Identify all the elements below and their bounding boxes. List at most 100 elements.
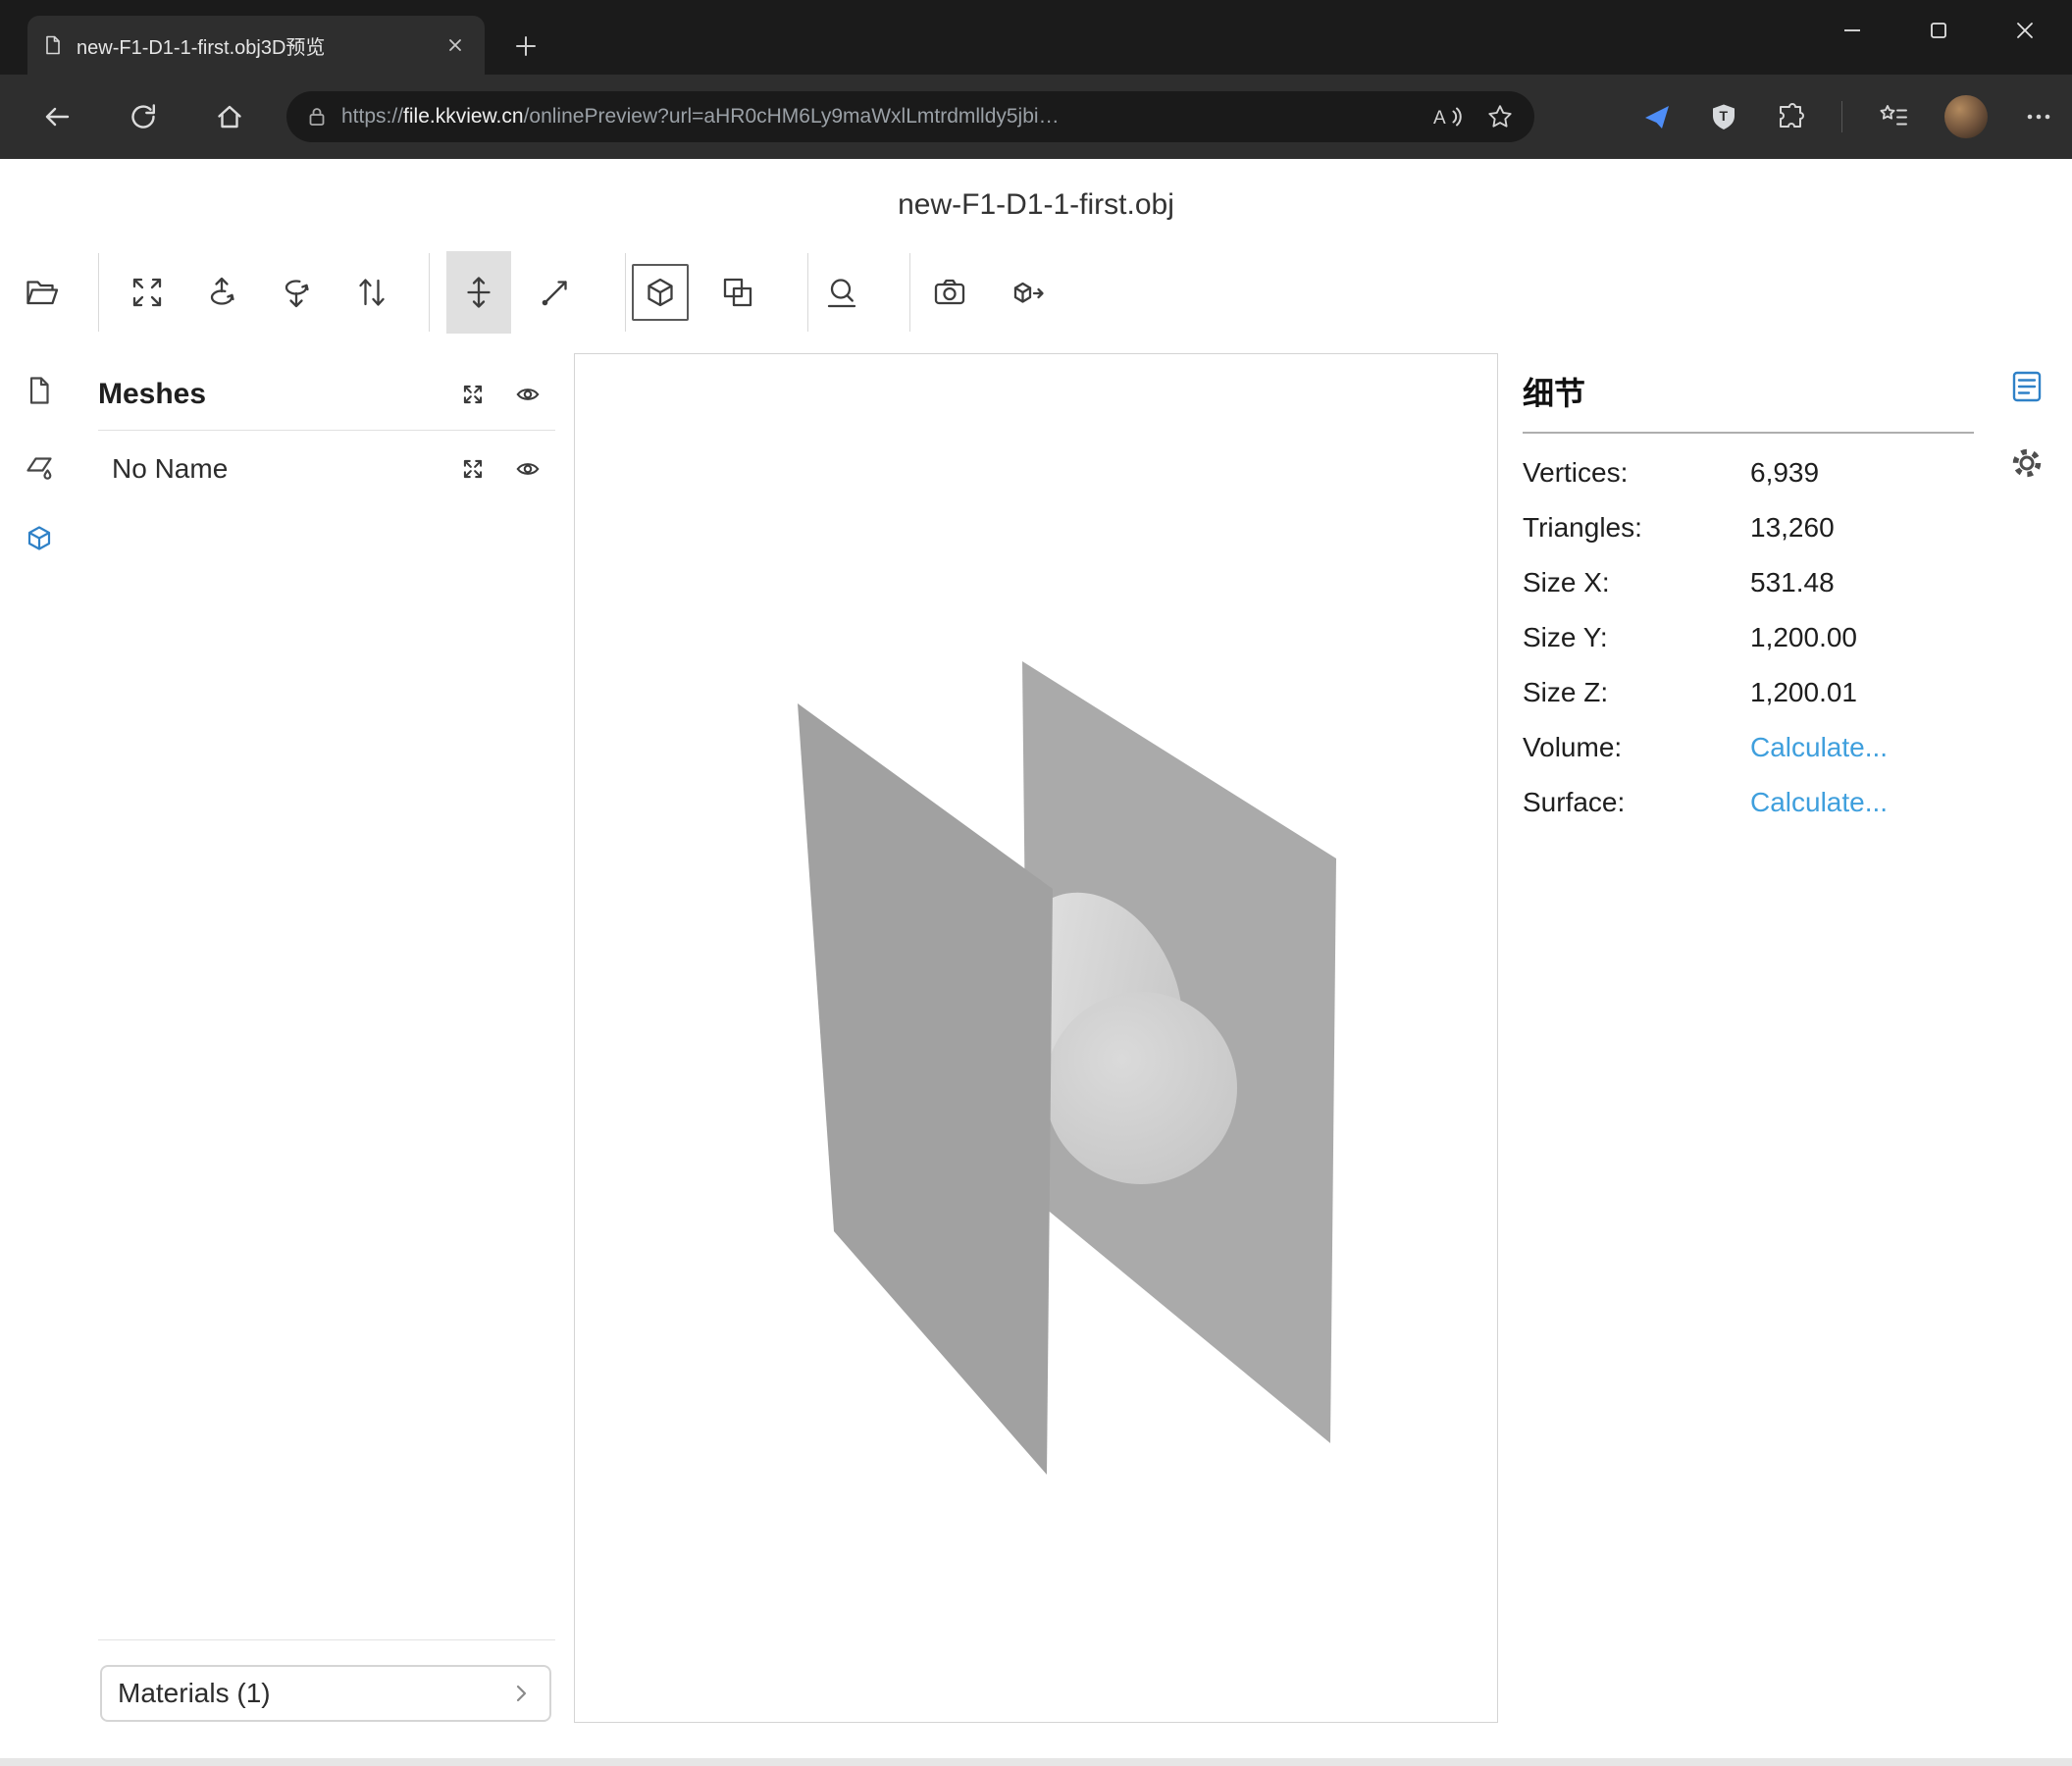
rotate-z-up-icon (277, 273, 316, 312)
detail-label: Size X: (1523, 567, 1750, 598)
mesh-item-name: No Name (98, 453, 445, 485)
shield-extension-icon: T (1708, 101, 1739, 132)
calculate-surface-link[interactable]: Calculate... (1750, 787, 1888, 818)
details-panel: 细节 Vertices: 6,939 Triangles: 13,260 Siz… (1523, 369, 1974, 830)
solid-view-button[interactable] (632, 264, 689, 321)
sidebar-item-materials[interactable] (22, 447, 57, 483)
rotate-y-up-icon (202, 273, 241, 312)
materials-button-label: Materials (1) (118, 1678, 508, 1709)
details-panel-title: 细节 (1523, 369, 1974, 414)
svg-text:A: A (1433, 108, 1446, 129)
tab-close-icon[interactable] (440, 29, 471, 61)
viewport-3d-canvas[interactable] (574, 353, 1498, 1723)
sidebar-item-file-info[interactable] (22, 373, 57, 408)
window-close-button[interactable] (1982, 0, 2068, 61)
meshes-panel-header: Meshes (98, 369, 555, 420)
export-icon (1008, 273, 1047, 312)
home-icon (214, 101, 245, 132)
toolbar-separator (807, 253, 808, 332)
solid-cube-icon (641, 273, 680, 312)
gear-icon (2007, 443, 2046, 483)
sidebar-item-meshes[interactable] (22, 522, 57, 557)
browser-tab[interactable]: new-F1-D1-1-first.obj3D预览 (27, 16, 485, 75)
detail-row-surface: Surface: Calculate... (1523, 775, 1974, 830)
expand-arrows-icon (459, 381, 487, 408)
set-z-up-button[interactable] (268, 264, 325, 321)
extension-button-1[interactable] (1641, 101, 1673, 132)
detail-value: 6,939 (1750, 457, 1819, 489)
detail-label: Vertices: (1523, 457, 1750, 489)
url-host: file.kkview.cn (403, 105, 524, 128)
toolbar-separator (909, 253, 910, 332)
eye-icon (514, 455, 542, 483)
meshes-panel-title: Meshes (98, 378, 445, 411)
detail-row-size-y: Size Y: 1,200.00 (1523, 610, 1974, 665)
expand-arrows-icon (459, 455, 487, 483)
url-text: https://file.kkview.cn/onlinePreview?url… (341, 105, 1417, 129)
refresh-button[interactable] (121, 94, 166, 139)
tab-favicon-page-icon (41, 34, 63, 56)
fit-view-icon (128, 273, 167, 312)
set-y-up-button[interactable] (193, 264, 250, 321)
snapshot-button[interactable] (921, 264, 978, 321)
window-minimize-button[interactable] (1809, 0, 1895, 61)
lock-icon (306, 105, 328, 129)
window-maximize-button[interactable] (1895, 0, 1982, 61)
open-file-icon (23, 273, 62, 312)
sidebar-item-settings[interactable] (2005, 442, 2048, 485)
export-model-button[interactable] (999, 264, 1056, 321)
profile-avatar[interactable] (1944, 95, 1988, 138)
fit-to-window-button[interactable] (119, 264, 176, 321)
wireframe-view-button[interactable] (709, 264, 766, 321)
browser-menu-button[interactable] (2023, 101, 2054, 132)
details-list-icon (2007, 367, 2046, 406)
details-panel-divider (1523, 432, 1974, 434)
page-title: new-F1-D1-1-first.obj (0, 188, 2072, 222)
extension-button-2[interactable]: T (1708, 101, 1739, 132)
favorite-button[interactable] (1485, 102, 1515, 131)
refresh-icon (128, 101, 159, 132)
flip-arrows-icon (352, 273, 391, 312)
meshes-visibility-toggle[interactable] (500, 381, 555, 408)
meshes-cube-icon (23, 523, 56, 556)
open-model-button[interactable] (14, 264, 71, 321)
toolbar-separator (429, 253, 430, 332)
meshes-panel-divider (98, 430, 555, 431)
toolbar-separator (98, 253, 99, 332)
address-bar[interactable]: https://file.kkview.cn/onlinePreview?url… (286, 91, 1534, 142)
materials-button[interactable]: Materials (1) (100, 1665, 551, 1722)
diagonal-arrow-dot-icon (536, 273, 575, 312)
calculate-volume-link[interactable]: Calculate... (1750, 732, 1888, 763)
detail-label: Surface: (1523, 787, 1750, 818)
url-scheme: https:// (341, 105, 403, 128)
measure-button[interactable] (813, 264, 870, 321)
star-icon (1485, 102, 1515, 131)
mesh-list-item[interactable]: No Name (98, 444, 555, 493)
navbar-right-icons: T (1641, 94, 2054, 139)
new-tab-button[interactable] (508, 28, 544, 64)
sidebar-item-details[interactable] (2005, 365, 2048, 408)
materials-divider (98, 1639, 555, 1640)
navbar-divider (1841, 101, 1842, 132)
favorites-hub-button[interactable] (1878, 101, 1909, 132)
flip-up-vector-button[interactable] (343, 264, 400, 321)
measure-icon (822, 273, 861, 312)
back-button[interactable] (34, 94, 79, 139)
move-tool-button[interactable] (446, 251, 511, 334)
model-render (575, 354, 1497, 1722)
meshes-fit-all-button[interactable] (445, 381, 500, 408)
mesh-visibility-toggle[interactable] (500, 455, 555, 483)
read-aloud-button[interactable]: A (1430, 101, 1462, 132)
detail-label: Size Z: (1523, 677, 1750, 708)
url-path: /onlinePreview?url=aHR0cHM6Ly9maWxlLmtrd… (524, 105, 1060, 128)
mesh-fit-button[interactable] (445, 455, 500, 483)
detail-value: 13,260 (1750, 512, 1835, 544)
measure-line-button[interactable] (527, 264, 584, 321)
home-button[interactable] (207, 94, 252, 139)
file-page-icon (23, 374, 56, 407)
extensions-button[interactable] (1775, 101, 1806, 132)
svg-text:T: T (1720, 108, 1729, 124)
two-boxes-icon (718, 273, 757, 312)
page-bottom-edge (0, 1758, 2072, 1766)
minimize-icon (1841, 20, 1863, 41)
